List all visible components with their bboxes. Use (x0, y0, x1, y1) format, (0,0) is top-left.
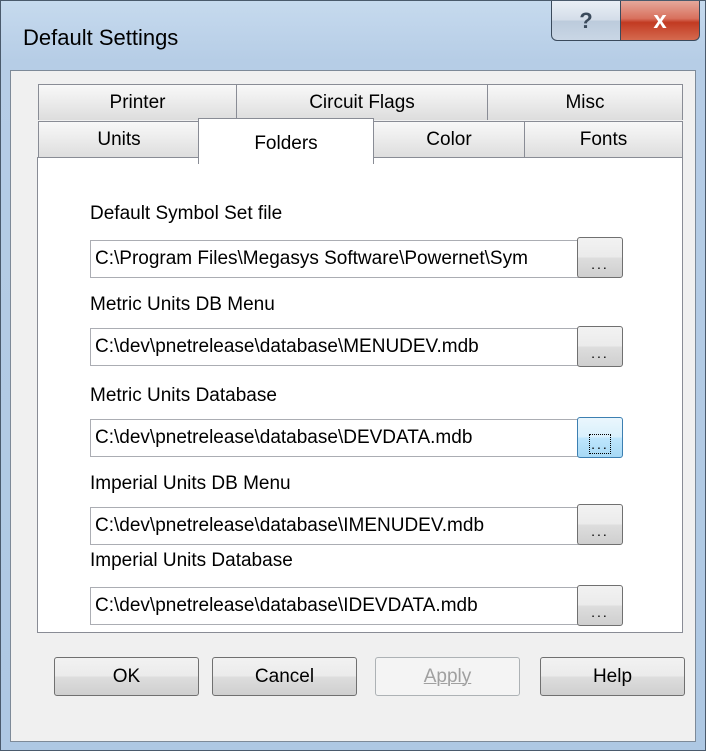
apply-button[interactable]: Apply (375, 657, 520, 696)
cancel-label: Cancel (254, 665, 315, 687)
tab-label: Color (426, 129, 472, 150)
tab-label: Units (97, 129, 141, 150)
imperial-units-database-browse-button[interactable]: ... (577, 585, 623, 626)
metric-units-db-menu-browse-button[interactable]: ... (577, 326, 623, 367)
tab-color[interactable]: Color (372, 121, 526, 158)
imperial-units-database-input[interactable]: C:\dev\pnetrelease\database\IDEVDATA.mdb (90, 587, 579, 625)
imperial-units-db-menu-label: Imperial Units DB Menu (90, 473, 291, 494)
tab-units[interactable]: Units (38, 121, 200, 158)
tab-folders[interactable]: Folders (198, 118, 374, 164)
ellipsis-icon: ... (591, 523, 609, 539)
title-bar[interactable]: Default Settings ? x (1, 1, 705, 71)
imperial-units-database-label: Imperial Units Database (90, 550, 293, 571)
ellipsis-icon: ... (591, 256, 609, 272)
default-symbol-set-browse-button[interactable]: ... (577, 237, 623, 278)
tab-label: Misc (565, 91, 605, 113)
metric-units-db-menu-input[interactable]: C:\dev\pnetrelease\database\MENUDEV.mdb (90, 328, 579, 366)
tab-fonts[interactable]: Fonts (524, 121, 683, 158)
ellipsis-icon: ... (591, 345, 609, 361)
tab-label: Printer (109, 91, 166, 113)
tab-label: Folders (254, 132, 318, 154)
default-symbol-set-label: Default Symbol Set file (90, 203, 283, 224)
metric-units-database-label: Metric Units Database (90, 385, 277, 406)
default-symbol-set-input[interactable]: C:\Program Files\Megasys Software\Powern… (90, 240, 579, 278)
imperial-units-db-menu-input[interactable]: C:\dev\pnetrelease\database\IMENUDEV.mdb (90, 507, 579, 545)
ellipsis-icon: ... (591, 604, 609, 620)
ellipsis-icon: ... (589, 434, 611, 454)
metric-units-db-menu-label: Metric Units DB Menu (90, 294, 275, 315)
cancel-button[interactable]: Cancel (212, 657, 357, 696)
tab-misc[interactable]: Misc (487, 84, 683, 120)
metric-units-database-input[interactable]: C:\dev\pnetrelease\database\DEVDATA.mdb (90, 419, 579, 457)
apply-label: Apply (423, 665, 472, 687)
help-label: Help (592, 665, 633, 687)
ok-button[interactable]: OK (54, 657, 199, 696)
window-title: Default Settings (23, 25, 179, 50)
help-caption-button[interactable]: ? (551, 1, 621, 41)
imperial-units-db-menu-browse-button[interactable]: ... (577, 504, 623, 545)
metric-units-database-browse-button[interactable]: ... (577, 417, 623, 458)
close-icon: x (653, 6, 667, 34)
tab-label: Circuit Flags (309, 91, 415, 113)
tab-circuit-flags[interactable]: Circuit Flags (236, 84, 488, 120)
help-button[interactable]: Help (540, 657, 685, 696)
help-icon: ? (579, 7, 593, 33)
ok-label: OK (112, 665, 141, 687)
tab-printer[interactable]: Printer (38, 84, 237, 120)
close-button[interactable]: x (620, 1, 700, 41)
tab-label: Fonts (579, 129, 628, 150)
default-settings-window: Default Settings ? x Printer Circuit Fla… (0, 0, 706, 751)
